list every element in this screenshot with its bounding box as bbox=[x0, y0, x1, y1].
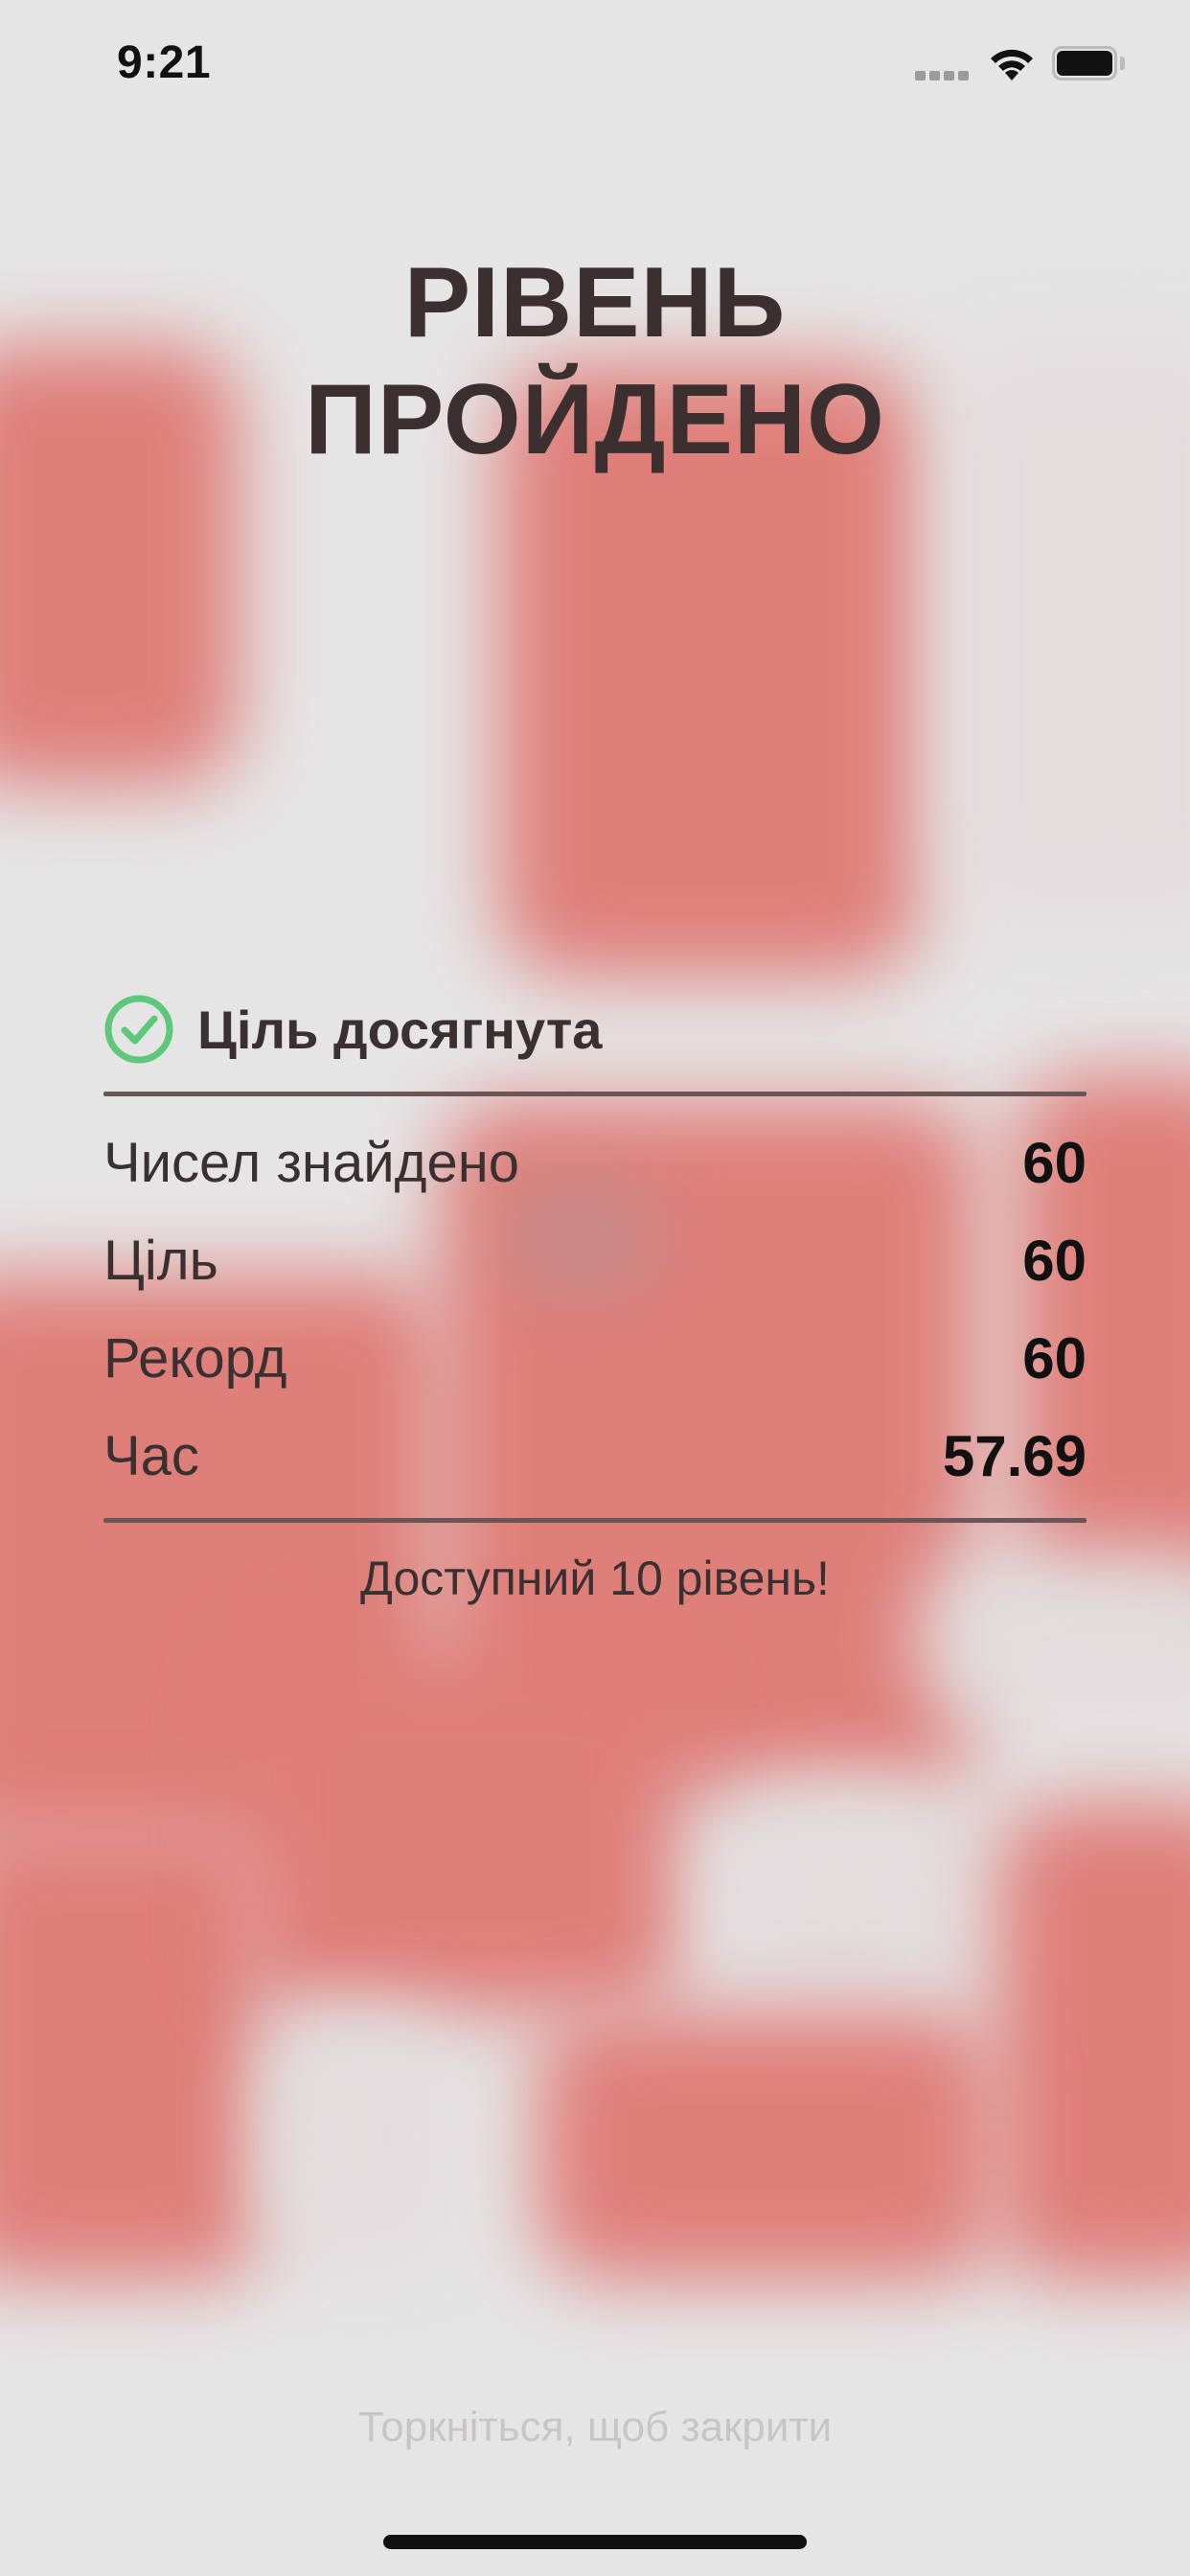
tap-to-close-hint[interactable]: Торкніться, щоб закрити bbox=[0, 2404, 1190, 2451]
divider-top bbox=[103, 1092, 1087, 1096]
stats-table: Чисел знайдено 60 Ціль 60 Рекорд 60 Час … bbox=[103, 1114, 1087, 1505]
stat-label: Рекорд bbox=[103, 1326, 287, 1390]
stat-value: 60 bbox=[1022, 1325, 1087, 1391]
cellular-signal-icon bbox=[915, 71, 969, 80]
battery-icon bbox=[1052, 46, 1127, 80]
title-line-1: Рівень bbox=[403, 247, 787, 358]
check-circle-icon bbox=[104, 995, 173, 1064]
status-time: 9:21 bbox=[117, 37, 212, 88]
stat-row-record: Рекорд 60 bbox=[103, 1309, 1087, 1407]
stat-label: Ціль bbox=[103, 1229, 218, 1292]
stat-row-goal: Ціль 60 bbox=[103, 1211, 1087, 1309]
divider-bottom bbox=[103, 1518, 1087, 1523]
stat-label: Чисел знайдено bbox=[103, 1131, 520, 1194]
page-title: Рівень пройдено bbox=[0, 244, 1190, 478]
home-indicator[interactable] bbox=[383, 2535, 807, 2549]
unlock-message: Доступний 10 рівень! bbox=[360, 1552, 830, 1605]
title-line-2: пройдено bbox=[305, 364, 885, 475]
stat-row-time: Час 57.69 bbox=[103, 1407, 1087, 1505]
goal-label: Ціль досягнута bbox=[197, 999, 603, 1060]
stat-value: 60 bbox=[1022, 1130, 1087, 1195]
level-complete-overlay[interactable]: Рівень пройдено Ціль досягнута Чисел зна… bbox=[0, 0, 1190, 2576]
goal-status: Ціль досягнута bbox=[103, 993, 602, 1066]
stat-value: 57.69 bbox=[942, 1423, 1087, 1488]
status-bar: 9:21 bbox=[0, 0, 1190, 129]
stat-label: Час bbox=[103, 1424, 199, 1487]
wifi-icon bbox=[991, 49, 1033, 80]
stat-value: 60 bbox=[1022, 1228, 1087, 1293]
stat-row-numbers-found: Чисел знайдено 60 bbox=[103, 1114, 1087, 1211]
